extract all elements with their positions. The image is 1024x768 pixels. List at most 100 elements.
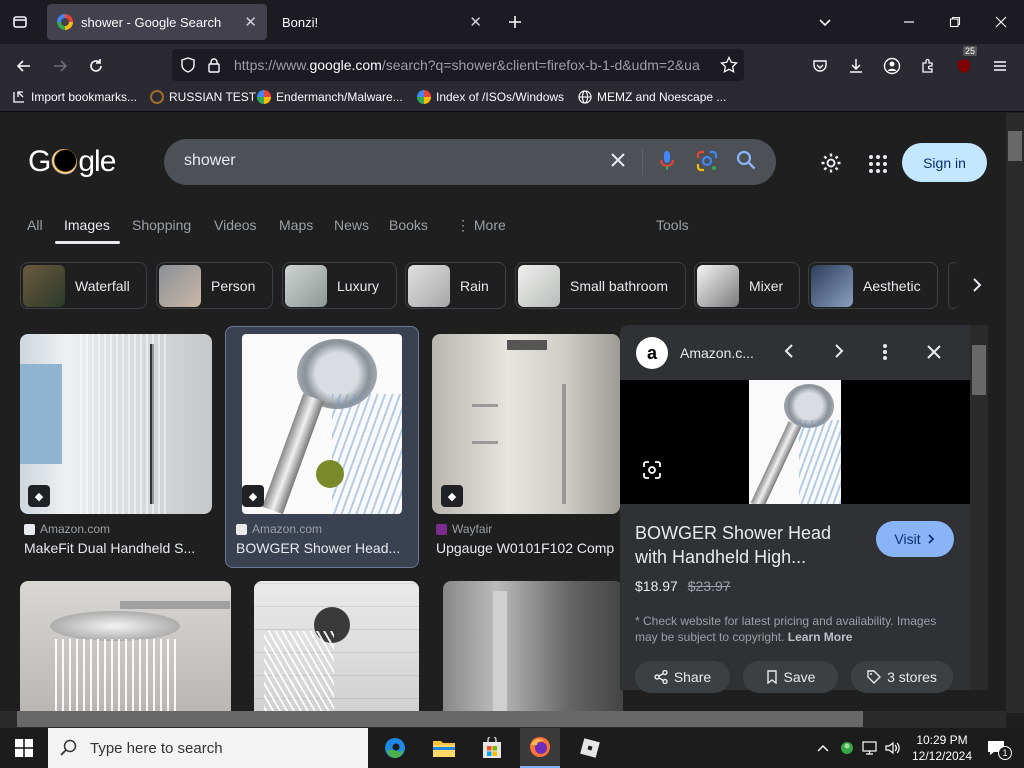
share-button[interactable]: Share <box>635 661 730 693</box>
chip-waterfall[interactable]: Waterfall <box>20 262 147 309</box>
preview-image-area[interactable] <box>620 380 970 504</box>
bookmark-star-icon[interactable] <box>720 55 738 79</box>
microsoft-store-icon[interactable] <box>472 732 512 764</box>
chip-aesthetic[interactable]: Aesthetic <box>808 262 938 309</box>
bookmark-russian-test[interactable]: RUSSIAN TEST <box>150 90 256 104</box>
horizontal-scroll-thumb[interactable] <box>17 711 863 727</box>
bookmark-import[interactable]: Import bookmarks... <box>12 90 137 104</box>
notifications-icon[interactable]: 1 <box>978 732 1014 764</box>
water-spray-shape <box>799 420 841 504</box>
tab-all[interactable]: All <box>27 217 43 233</box>
close-tab-icon[interactable]: ✕ <box>244 13 257 31</box>
chip-mixer[interactable]: Mixer <box>694 262 800 309</box>
stores-button[interactable]: 3 stores <box>851 661 953 693</box>
new-tab-icon[interactable] <box>492 0 538 44</box>
chip-person[interactable]: Person <box>156 262 273 309</box>
result-source[interactable]: Amazon.com <box>24 522 110 536</box>
close-window-icon[interactable] <box>978 0 1024 44</box>
next-chevron-icon[interactable] <box>832 343 846 364</box>
chip-small-bathroom[interactable]: Small bathroom <box>515 262 686 309</box>
downloads-icon[interactable] <box>842 52 870 80</box>
panel-scrollbar[interactable] <box>970 325 988 690</box>
search-box[interactable]: shower <box>164 139 776 185</box>
bookmark-endermanch[interactable]: Endermanch/Malware... <box>257 90 403 104</box>
tab-books[interactable]: Books <box>389 217 428 233</box>
tab-overview-icon[interactable] <box>0 0 40 44</box>
file-explorer-icon[interactable] <box>424 732 464 764</box>
result-title[interactable]: BOWGER Shower Head... <box>236 540 408 556</box>
save-button[interactable]: Save <box>743 661 838 693</box>
account-icon[interactable] <box>878 52 906 80</box>
google-logo[interactable]: Ggle <box>28 145 116 179</box>
microphone-icon[interactable] <box>658 150 676 178</box>
result-image-bowger[interactable] <box>242 334 402 514</box>
chip-partial[interactable] <box>948 262 958 309</box>
restore-icon[interactable] <box>932 0 978 44</box>
chip-rain[interactable]: Rain <box>405 262 506 309</box>
bookmark-index-isos[interactable]: Index of /ISOs/Windows <box>417 90 564 104</box>
google-lens-icon[interactable] <box>696 150 718 178</box>
clear-search-icon[interactable] <box>609 151 627 175</box>
panel-source[interactable]: Amazon.c... <box>680 345 754 361</box>
url-text[interactable]: https://www.google.com/search?q=shower&c… <box>234 57 712 73</box>
address-bar[interactable]: https://www.google.com/search?q=shower&c… <box>172 49 744 81</box>
list-tabs-chevron-icon[interactable] <box>802 0 848 44</box>
result-image-rain-head[interactable] <box>20 581 231 713</box>
shield-icon[interactable] <box>180 57 196 78</box>
taskbar-search-box[interactable]: Type here to search <box>48 728 368 768</box>
tab-more[interactable]: ⋮ More <box>456 217 506 234</box>
tab-news[interactable]: News <box>334 217 369 233</box>
google-apps-icon[interactable] <box>868 154 888 179</box>
visit-button[interactable]: Visit <box>876 521 954 557</box>
tab-google-search[interactable]: shower - Google Search ✕ <box>47 4 267 40</box>
result-image-shower-enclosure[interactable] <box>443 581 623 713</box>
volume-icon[interactable] <box>882 732 904 764</box>
settings-gear-icon[interactable] <box>820 152 842 179</box>
chips-next-chevron-icon[interactable] <box>970 277 984 298</box>
edge-icon[interactable] <box>375 732 415 764</box>
result-source[interactable]: Wayfair <box>436 522 492 536</box>
learn-more-link[interactable]: Learn More <box>788 630 853 644</box>
result-source[interactable]: Amazon.com <box>236 522 322 536</box>
previous-chevron-icon[interactable] <box>782 343 796 364</box>
more-options-icon[interactable] <box>882 343 888 366</box>
sign-in-button[interactable]: Sign in <box>902 143 987 182</box>
pocket-icon[interactable] <box>806 52 834 80</box>
horizontal-scrollbar[interactable] <box>0 711 1006 728</box>
vertical-scroll-thumb[interactable] <box>1008 131 1022 161</box>
tools-button[interactable]: Tools <box>656 217 689 233</box>
ublock-icon[interactable]: 25 <box>950 46 978 80</box>
network-icon[interactable] <box>860 732 882 764</box>
windows-start-icon[interactable] <box>4 732 44 764</box>
search-icon[interactable] <box>736 150 756 176</box>
search-input[interactable]: shower <box>184 152 236 170</box>
vertical-scrollbar[interactable] <box>1006 113 1024 713</box>
tab-maps[interactable]: Maps <box>279 217 313 233</box>
tab-bonzi[interactable]: Bonzi! ✕ <box>272 4 492 40</box>
bonzi-tray-icon[interactable] <box>836 732 858 764</box>
back-arrow-icon[interactable] <box>10 52 38 80</box>
panel-title[interactable]: BOWGER Shower Head with Handheld High... <box>635 521 831 569</box>
close-panel-icon[interactable] <box>926 344 942 365</box>
chip-luxury[interactable]: Luxury <box>282 262 397 309</box>
result-title[interactable]: Upgauge W0101F102 Comp <box>436 540 620 556</box>
roblox-icon[interactable] <box>570 732 610 764</box>
menu-hamburger-icon[interactable] <box>986 52 1014 80</box>
tab-images[interactable]: Images <box>64 217 110 233</box>
extensions-icon[interactable] <box>914 52 942 80</box>
minimize-icon[interactable] <box>886 0 932 44</box>
close-tab-icon[interactable]: ✕ <box>469 13 482 31</box>
forward-arrow-icon[interactable] <box>46 52 74 80</box>
lock-icon[interactable] <box>206 57 222 78</box>
tab-shopping[interactable]: Shopping <box>132 217 191 233</box>
lens-search-icon[interactable] <box>642 460 662 485</box>
result-image-handheld[interactable] <box>254 581 419 713</box>
panel-scroll-thumb[interactable] <box>972 345 986 395</box>
result-title[interactable]: MakeFit Dual Handheld S... <box>24 540 210 556</box>
bookmark-memz[interactable]: MEMZ and Noescape ... <box>578 90 726 104</box>
taskbar-clock[interactable]: 10:29 PM 12/12/2024 <box>910 732 974 764</box>
reload-icon[interactable] <box>82 52 110 80</box>
tab-videos[interactable]: Videos <box>214 217 257 233</box>
show-hidden-icons-chevron[interactable] <box>812 732 834 764</box>
firefox-taskbar-icon[interactable] <box>520 728 560 768</box>
